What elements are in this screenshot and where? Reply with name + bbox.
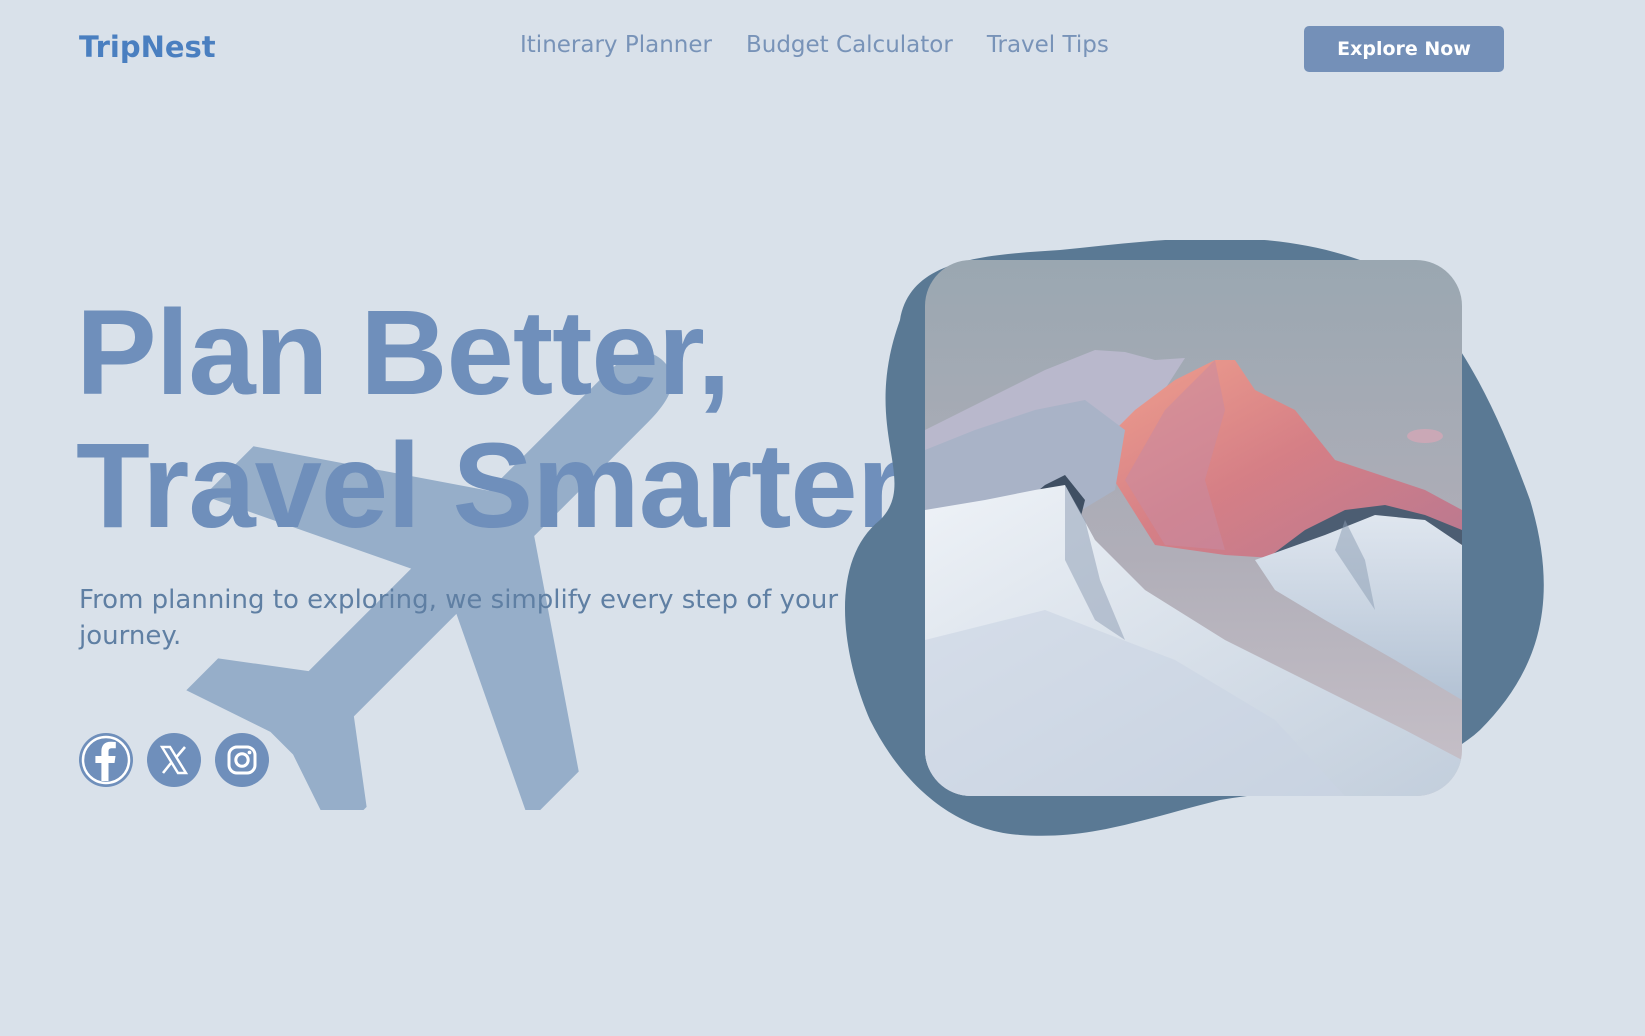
nav-link-travel-tips[interactable]: Travel Tips [987, 32, 1109, 58]
social-links [79, 733, 269, 787]
x-glyph [159, 745, 189, 775]
instagram-glyph [227, 745, 257, 775]
hero-headline: Plan Better, Travel Smarter [76, 284, 904, 553]
x-icon[interactable] [147, 733, 201, 787]
brand-logo[interactable]: TripNest [79, 30, 216, 64]
nav-link-budget-calculator[interactable]: Budget Calculator [746, 32, 953, 58]
headline-line-1: Plan Better, [76, 284, 731, 420]
landing-page: TripNest Itinerary Planner Budget Calcul… [0, 0, 1645, 1036]
hero-image [925, 260, 1462, 796]
explore-now-button[interactable]: Explore Now [1304, 26, 1504, 72]
mountain-image [925, 260, 1462, 796]
facebook-icon[interactable] [79, 733, 133, 787]
facebook-glyph [81, 735, 131, 785]
nav-link-itinerary-planner[interactable]: Itinerary Planner [520, 32, 712, 58]
headline-line-2: Travel Smarter [76, 417, 904, 553]
main-nav: Itinerary Planner Budget Calculator Trav… [520, 32, 1109, 58]
hero-subtitle: From planning to exploring, we simplify … [79, 585, 839, 651]
instagram-icon[interactable] [215, 733, 269, 787]
